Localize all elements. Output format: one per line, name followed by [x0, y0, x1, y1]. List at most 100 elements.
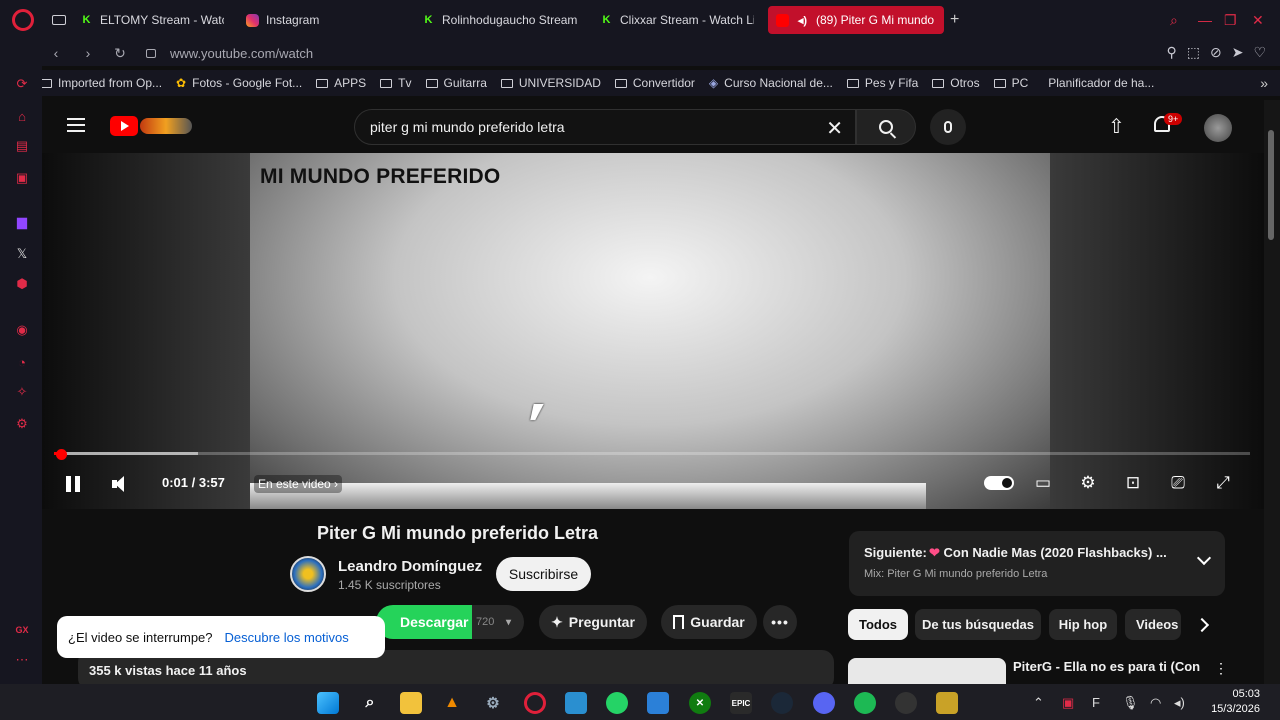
player-icon[interactable]: ◉ [14, 322, 30, 338]
download-quality[interactable]: 720 [476, 616, 494, 628]
volume-icon[interactable] [112, 475, 128, 493]
bookmark-imported[interactable]: Imported from Op... [40, 76, 162, 90]
video-player[interactable]: MI MUNDO PREFERIDO 0:01 / 3:57 En este v… [42, 153, 1264, 509]
history-icon[interactable]: ◔ [14, 354, 30, 370]
game-icon[interactable] [936, 692, 958, 714]
upload-icon[interactable]: ⇧ [1108, 114, 1125, 139]
tray-f-icon[interactable]: F [1092, 695, 1100, 710]
voice-search-button[interactable] [930, 109, 966, 145]
page-scrollbar[interactable] [1264, 100, 1280, 684]
account-avatar[interactable] [1204, 114, 1232, 142]
tab-clixxar[interactable]: K Clixxar Stream - Watch Li [592, 6, 762, 34]
chip-hip-hop[interactable]: Hip hop [1049, 609, 1117, 640]
chip-videos[interactable]: Videos [1125, 609, 1181, 640]
recommendation-thumbnail[interactable] [848, 658, 1006, 684]
scroll-thumb[interactable] [1268, 130, 1274, 240]
subscribe-button[interactable]: Suscribirse [496, 557, 591, 591]
bookmarks-overflow-icon[interactable]: » [1260, 75, 1268, 91]
chrome-icon[interactable] [895, 692, 917, 714]
up-next-card[interactable]: Siguiente: ❤ Con Nadie Mas (2020 Flashba… [849, 531, 1225, 596]
url-field[interactable]: www.youtube.com/watch [170, 46, 313, 61]
microsoft-store-icon[interactable] [647, 692, 669, 714]
pause-button[interactable] [66, 476, 80, 492]
file-explorer-icon[interactable] [400, 692, 422, 714]
epic-games-icon[interactable]: EPIC [730, 692, 752, 714]
search-button[interactable] [856, 109, 916, 145]
lock-icon[interactable] [146, 48, 156, 58]
wifi-icon[interactable]: ◠ [1150, 695, 1161, 711]
search-tabs-icon[interactable]: ⌕ [1170, 12, 1178, 29]
adblock-icon[interactable]: ⊘ [1210, 44, 1222, 61]
menu-icon[interactable] [67, 118, 85, 132]
bookmark-apps[interactable]: APPS [316, 76, 366, 90]
gx-icon[interactable]: GX [14, 622, 30, 638]
heart-icon[interactable]: ♡ [1253, 44, 1266, 61]
youtube-doodle[interactable] [140, 118, 192, 134]
youtube-logo-icon[interactable] [110, 116, 138, 136]
new-tab-button[interactable]: + [950, 11, 959, 29]
aria-icon[interactable]: ⟳ [14, 76, 30, 92]
search-input[interactable]: piter g mi mundo preferido letra ✕ [354, 109, 856, 145]
tray-mic-icon[interactable]: 🎙 [1122, 695, 1139, 711]
reload-icon[interactable]: ↻ [114, 45, 126, 62]
bookmark-pes-fifa[interactable]: Pes y Fifa [846, 76, 918, 90]
volume-tray-icon[interactable]: ◂) [1174, 695, 1185, 711]
shopping-icon[interactable]: ⌂ [14, 108, 30, 124]
channel-name[interactable]: Leandro Domínguez [338, 558, 482, 575]
chevron-down-icon[interactable] [1196, 550, 1212, 566]
subtitles-icon[interactable]: ▭ [1032, 473, 1054, 493]
minimize-icon[interactable]: — [1198, 12, 1212, 28]
bookmark-curso-nacional[interactable]: ◈ Curso Nacional de... [709, 76, 833, 90]
desktop-app-icon[interactable] [565, 692, 587, 714]
settings-gear-icon[interactable]: ⚙ [1077, 473, 1099, 493]
save-button[interactable]: Guardar [661, 605, 757, 639]
ublock-icon[interactable]: ⬢ [14, 276, 30, 292]
recommendation-title[interactable]: PiterG - Ella no es para ti (Con [1013, 659, 1200, 674]
send-icon[interactable]: ➤ [1232, 44, 1244, 61]
twitch-icon[interactable]: ▆ [14, 214, 30, 230]
tab-youtube-active[interactable]: ◂) (89) Piter G Mi mundo [768, 6, 944, 34]
more-actions-button[interactable]: ••• [763, 605, 797, 639]
back-icon[interactable]: ‹ [50, 45, 62, 61]
settings-app-icon[interactable]: ⚙ [482, 692, 504, 714]
forward-icon[interactable]: › [82, 45, 94, 61]
close-window-icon[interactable]: ✕ [1252, 12, 1264, 29]
chapter-button[interactable]: En este video › [254, 475, 343, 493]
extensions-icon[interactable]: ✧ [14, 384, 30, 400]
steam-icon[interactable] [771, 692, 793, 714]
opera-logo-icon[interactable] [12, 9, 34, 31]
sidebar-more-icon[interactable]: ⋯ [14, 652, 30, 668]
bookmark-google-photos[interactable]: ✿ Fotos - Google Fot... [176, 76, 302, 90]
x-icon[interactable]: 𝕏 [14, 246, 30, 262]
tab-menu-icon[interactable] [52, 15, 66, 25]
messenger-icon[interactable]: ▣ [14, 170, 30, 186]
pin-icon[interactable]: ⚲ [1166, 44, 1176, 61]
clear-search-icon[interactable]: ✕ [826, 116, 843, 141]
bookmark-convertidor[interactable]: Convertidor [614, 76, 695, 90]
tray-overflow-icon[interactable]: ⌃ [1033, 695, 1044, 711]
miniplayer-icon[interactable]: ⊡ [1122, 473, 1144, 493]
tray-app-icon[interactable]: ▣ [1062, 695, 1074, 711]
ask-button[interactable]: ✦ Preguntar [539, 605, 647, 639]
bookmark-planificador[interactable]: Planificador de ha... [1042, 76, 1154, 90]
bookmark-guitarra[interactable]: Guitarra [425, 76, 487, 90]
autoplay-toggle[interactable] [984, 476, 1014, 490]
xbox-icon[interactable]: ✕ [689, 692, 711, 714]
chevron-down-icon[interactable]: ▾ [506, 617, 511, 628]
spotify-icon[interactable] [854, 692, 876, 714]
download-button[interactable]: Descargar 720 ▾ [376, 605, 524, 639]
channel-avatar[interactable] [290, 556, 326, 592]
chips-next-arrow-icon[interactable] [1194, 617, 1210, 633]
system-clock[interactable]: 05:03 15/3/2026 [1204, 687, 1260, 717]
opera-gx-icon[interactable] [524, 692, 546, 714]
snapshot-icon[interactable]: ⬚ [1187, 44, 1200, 61]
fullscreen-icon[interactable]: ⤢ [1212, 473, 1234, 493]
tab-instagram[interactable]: Instagram [238, 6, 408, 34]
chip-todos[interactable]: Todos [848, 609, 908, 640]
whatsapp-icon[interactable] [606, 692, 628, 714]
search-icon[interactable]: ⌕ [359, 692, 381, 714]
bookmark-otros[interactable]: Otros [932, 76, 980, 90]
popup-link[interactable]: Descubre los motivos [225, 630, 349, 645]
tab-eltomy[interactable]: K ELTOMY Stream - Watch L [72, 6, 232, 34]
progress-scrubber[interactable] [56, 449, 67, 460]
